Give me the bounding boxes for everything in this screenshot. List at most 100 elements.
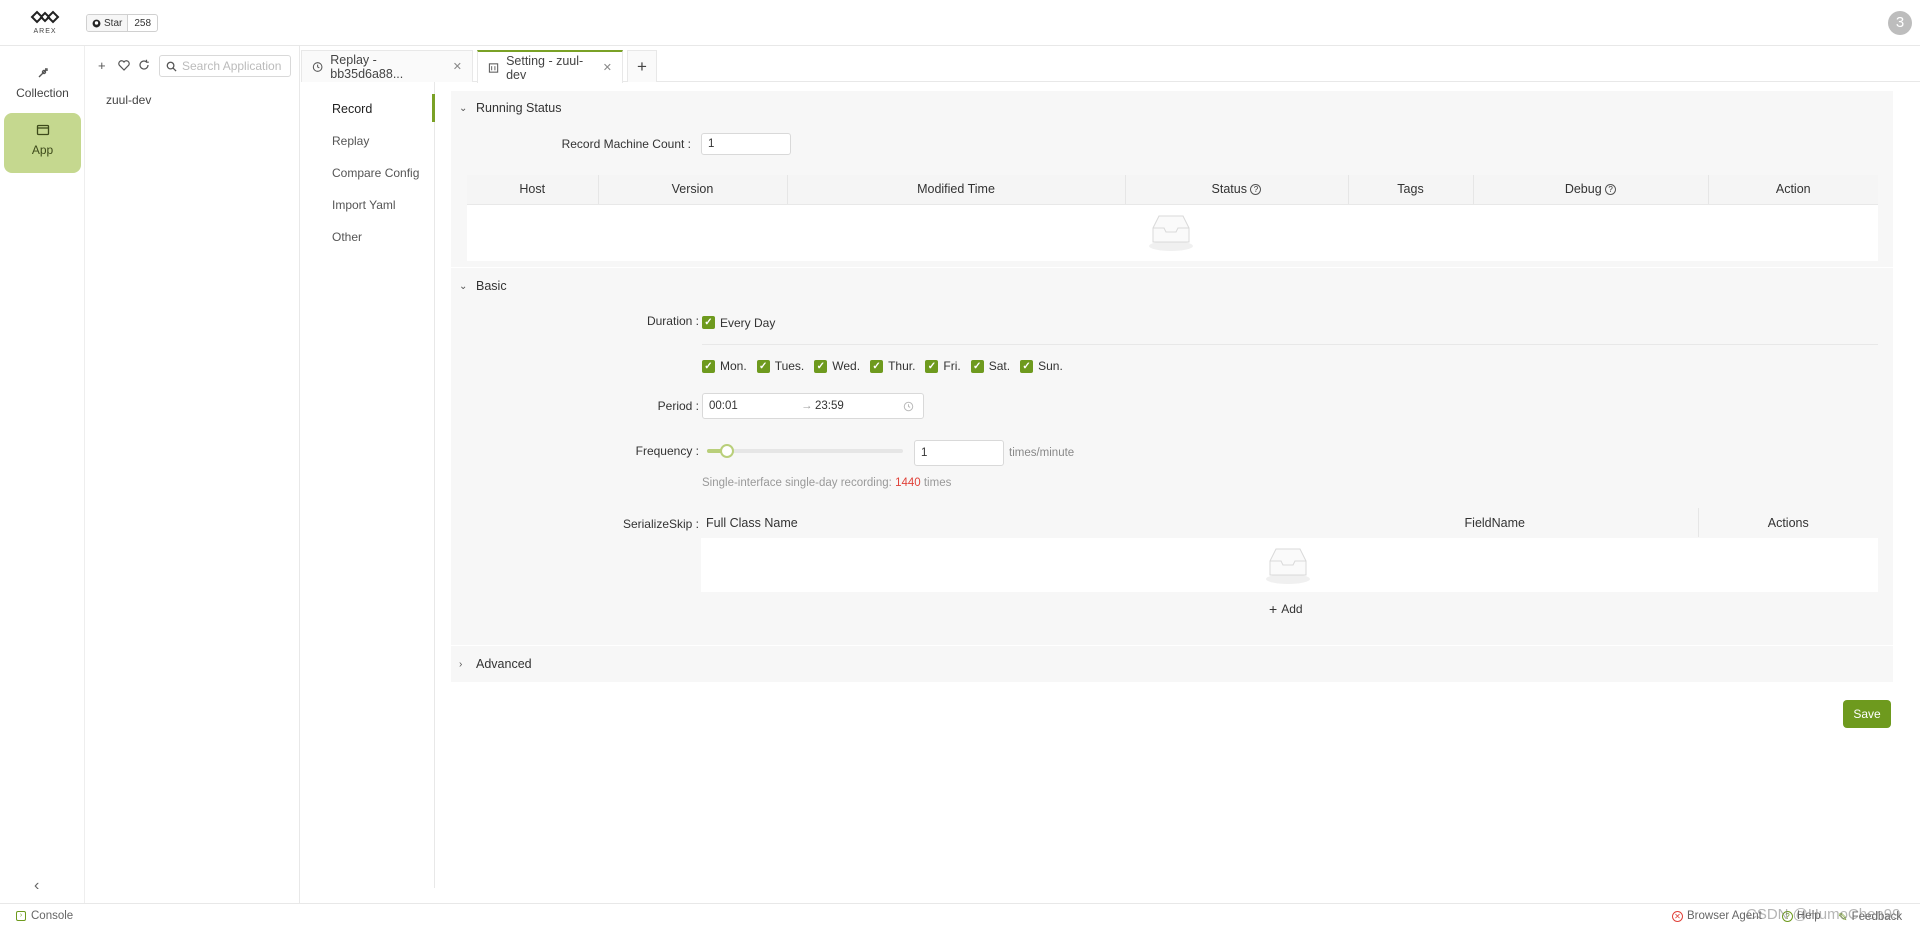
- app-list-item[interactable]: zuul-dev: [106, 93, 151, 107]
- serialize-skip-table: Full Class Name FieldName Actions: [701, 508, 1878, 537]
- basic-title: Basic: [476, 279, 507, 293]
- check-icon: ✓: [756, 359, 770, 373]
- serialize-skip-empty: [701, 538, 1878, 592]
- console-button[interactable]: › Console: [16, 910, 73, 922]
- top-header: AREX Star 258 3: [0, 0, 1920, 46]
- frequency-slider[interactable]: [707, 444, 903, 458]
- running-status-title: Running Status: [476, 101, 562, 115]
- basic-header[interactable]: ⌄ Basic: [459, 279, 507, 293]
- error-circle-icon: ✕: [1672, 910, 1683, 922]
- chevron-down-icon: ⌄: [459, 280, 468, 292]
- tab-bar: Replay - bb35d6a88... ✕ Setting - zuul-d…: [301, 46, 1920, 83]
- app-window-icon: [36, 124, 49, 136]
- logo-icon: [30, 10, 60, 24]
- add-app-icon[interactable]: +: [98, 58, 106, 73]
- day-checkbox-thur[interactable]: ✓ Thur.: [870, 359, 915, 373]
- search-application-input[interactable]: Search Application: [159, 55, 291, 77]
- status-bar: › Console ✕ Browser Agent ? Help ✎ Feedb…: [0, 903, 1920, 929]
- check-icon: ✓: [814, 359, 828, 373]
- save-button[interactable]: Save: [1843, 700, 1891, 728]
- day-checkbox-mon[interactable]: ✓ Mon.: [702, 359, 747, 373]
- recording-count: 1440: [895, 477, 921, 489]
- day-checkbox-wed[interactable]: ✓ Wed.: [814, 359, 860, 373]
- rail-item-collection[interactable]: Collection: [4, 58, 81, 112]
- subnav-import-yaml[interactable]: Import Yaml: [332, 198, 396, 212]
- period-start[interactable]: 00:01: [709, 400, 801, 412]
- col-version: Version: [597, 175, 787, 205]
- help-circle-icon[interactable]: ?: [1250, 184, 1262, 196]
- close-icon[interactable]: ✕: [603, 61, 612, 74]
- check-icon: ✓: [970, 359, 984, 373]
- col-modified-time: Modified Time: [786, 175, 1125, 205]
- tab-replay-label: Replay - bb35d6a88...: [330, 52, 404, 81]
- search-placeholder: Search Application: [182, 59, 282, 73]
- close-icon[interactable]: ✕: [453, 60, 462, 73]
- day-checkbox-sat[interactable]: ✓ Sat.: [970, 359, 1010, 373]
- console-icon: ›: [16, 911, 26, 921]
- every-day-label: Every Day: [720, 315, 776, 330]
- divider: [702, 344, 1878, 345]
- record-machine-count-input[interactable]: 1: [701, 133, 791, 155]
- settings-subnav: Record Replay Compare Config Import Yaml…: [301, 82, 435, 888]
- machine-table-empty: [467, 205, 1878, 261]
- subnav-compare-config[interactable]: Compare Config: [332, 166, 419, 180]
- col-host: Host: [467, 175, 598, 205]
- frequency-input[interactable]: 1: [914, 440, 1004, 466]
- col-action: Action: [1707, 175, 1878, 205]
- add-tab-button[interactable]: +: [627, 50, 657, 82]
- help-circle-icon[interactable]: ?: [1605, 184, 1617, 196]
- col-debug: Debug ?: [1472, 175, 1708, 205]
- rail-collection-label: Collection: [16, 86, 69, 100]
- check-icon: ✓: [1020, 359, 1034, 373]
- arex-logo[interactable]: AREX: [28, 10, 62, 35]
- running-status-header[interactable]: ⌄ Running Status: [459, 101, 561, 115]
- basic-panel: ⌄ Basic Duration : ✓ Every Day ✓ Mon. ✓ Tue…: [451, 268, 1893, 645]
- range-arrow-icon: →: [801, 400, 813, 412]
- subnav-other[interactable]: Other: [332, 230, 362, 244]
- advanced-title: Advanced: [476, 657, 532, 671]
- serialize-skip-label: SerializeSkip :: [622, 517, 699, 531]
- period-label: Period :: [657, 399, 699, 413]
- watermark: CSDN @HumoChen99: [1746, 906, 1901, 923]
- period-end[interactable]: 23:59: [815, 400, 903, 412]
- table-header-row: Full Class Name FieldName Actions: [701, 508, 1878, 537]
- col-tags: Tags: [1347, 175, 1473, 205]
- frequency-slider-handle[interactable]: [719, 444, 734, 458]
- machine-table: Host Version Modified Time Status ? Tags…: [467, 175, 1878, 205]
- rocket-icon: [38, 68, 48, 78]
- star-count: 258: [134, 17, 152, 29]
- add-skip-button[interactable]: + Add: [1269, 601, 1303, 617]
- day-checkbox-sun[interactable]: ✓ Sun.: [1020, 359, 1063, 373]
- app-list-panel: + Search Application zuul-dev: [85, 46, 300, 903]
- search-icon: [166, 61, 177, 72]
- every-day-checkbox[interactable]: ✓ Every Day: [702, 313, 785, 330]
- record-machine-count-label: Record Machine Count :: [561, 137, 691, 151]
- tab-replay[interactable]: Replay - bb35d6a88... ✕: [301, 50, 473, 82]
- rail-item-app[interactable]: App: [4, 113, 81, 173]
- subnav-replay[interactable]: Replay: [332, 134, 369, 148]
- check-icon: ✓: [702, 316, 715, 329]
- history-icon: [312, 61, 323, 72]
- running-status-panel: ⌄ Running Status Record Machine Count : …: [451, 91, 1893, 267]
- advanced-header[interactable]: › Advanced: [459, 657, 532, 671]
- user-avatar[interactable]: 3: [1888, 11, 1912, 35]
- empty-inbox-icon: [1266, 548, 1310, 584]
- day-checkbox-tues[interactable]: ✓ Tues.: [756, 359, 804, 373]
- clock-icon: [903, 401, 914, 411]
- advanced-panel: › Advanced: [451, 646, 1893, 682]
- frequency-unit: times/minute: [1009, 447, 1075, 459]
- period-range-picker[interactable]: 00:01 → 23:59: [702, 393, 924, 419]
- github-star-button[interactable]: Star 258: [86, 14, 159, 32]
- favorite-heart-icon[interactable]: [118, 59, 130, 74]
- check-icon: ✓: [925, 359, 939, 373]
- settings-panel-icon: [488, 62, 499, 73]
- subnav-record[interactable]: Record: [332, 102, 372, 116]
- col-full-class-name: Full Class Name: [706, 515, 798, 530]
- subnav-active-indicator: [432, 94, 435, 122]
- tab-setting[interactable]: Setting - zuul-dev ✕: [477, 50, 623, 83]
- collapse-sidebar-icon[interactable]: ‹: [34, 877, 39, 895]
- check-icon: ✓: [702, 359, 715, 373]
- day-checkbox-fri[interactable]: ✓ Fri.: [925, 359, 961, 373]
- refresh-icon[interactable]: [138, 59, 150, 74]
- left-rail: Collection App ‹: [0, 46, 85, 903]
